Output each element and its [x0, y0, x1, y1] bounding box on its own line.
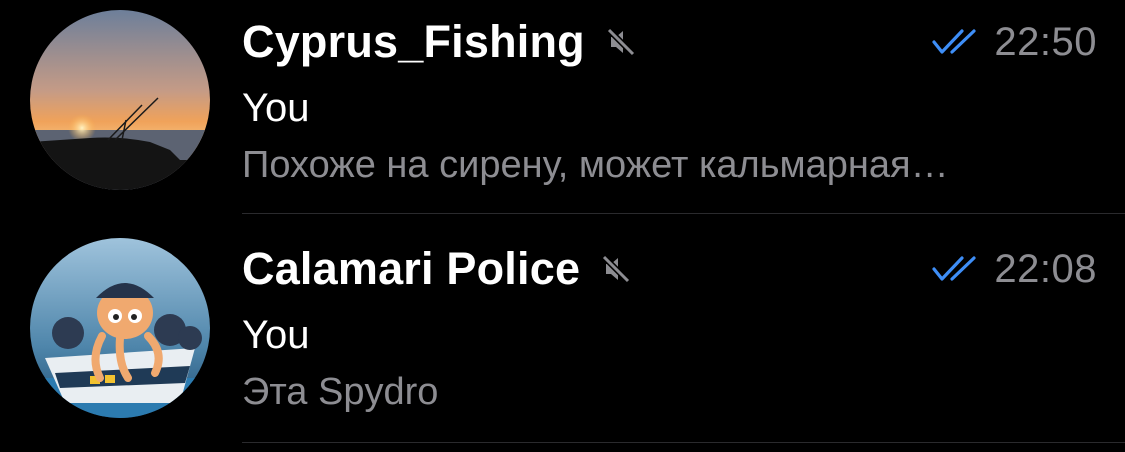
- row-divider: [242, 213, 1125, 214]
- last-message-sender: You: [242, 86, 310, 130]
- sunset-avatar-image: [30, 10, 210, 190]
- message-time: 22:50: [994, 19, 1097, 64]
- last-message-preview: Эта Spydro: [242, 371, 439, 413]
- message-meta: 22:50: [932, 14, 1097, 70]
- chat-title-text: Cyprus_Fishing: [242, 16, 585, 67]
- avatar[interactable]: [30, 238, 210, 418]
- double-check-icon: [932, 29, 976, 54]
- double-check-icon: [932, 256, 976, 281]
- message-meta: 22:08: [932, 241, 1097, 297]
- chat-list-item-cyprus-fishing[interactable]: Cyprus_Fishing 22:50 You Похоже на сирен…: [0, 0, 1125, 226]
- avatar[interactable]: [30, 10, 210, 190]
- row-divider: [242, 442, 1125, 443]
- octopus-police-avatar-image: [30, 238, 210, 418]
- message-time: 22:08: [994, 246, 1097, 291]
- chat-title: Calamari Police: [242, 241, 634, 297]
- chat-title-text: Calamari Police: [242, 243, 581, 294]
- muted-speaker-icon: [602, 254, 631, 284]
- chat-list-item-calamari-police[interactable]: Calamari Police 22:08 You Эта Spydro: [0, 226, 1125, 452]
- muted-speaker-icon: [606, 27, 635, 57]
- chat-title: Cyprus_Fishing: [242, 14, 639, 70]
- last-message-sender: You: [242, 313, 310, 357]
- last-message-preview: Похоже на сирену, может кальмарная…: [242, 144, 949, 186]
